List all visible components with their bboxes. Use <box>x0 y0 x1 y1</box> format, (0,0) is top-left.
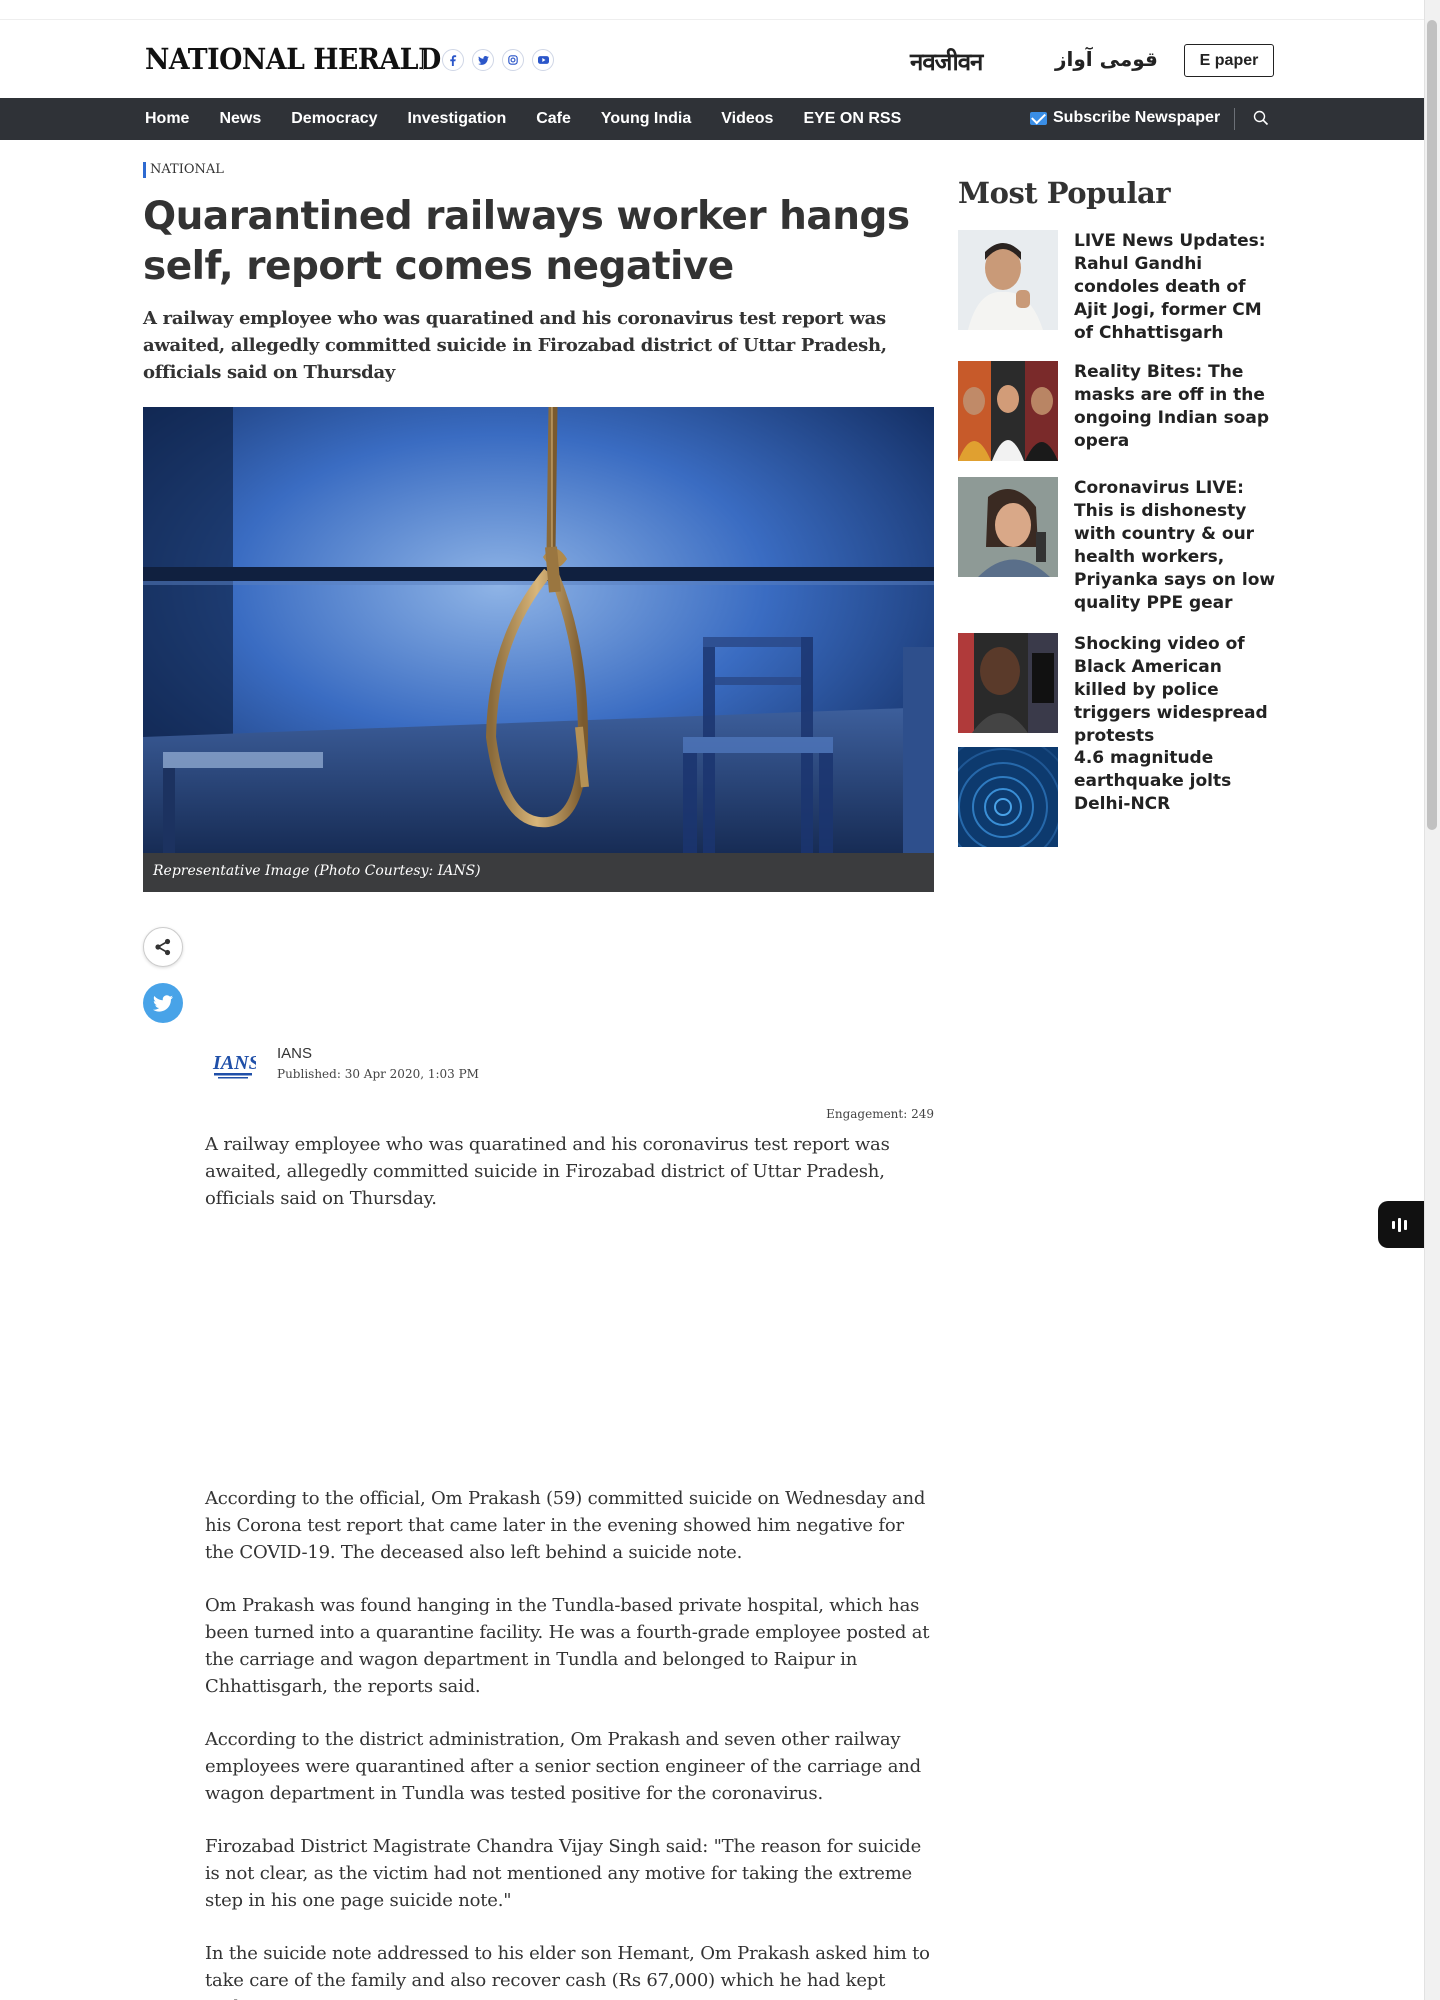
popular-title: Reality Bites: The masks are off in the … <box>1074 362 1270 451</box>
article-paragraph: Firozabad District Magistrate Chandra Vi… <box>205 1836 922 1911</box>
twitter-icon[interactable] <box>472 49 494 71</box>
nav-item-cafe[interactable]: Cafe <box>536 110 571 128</box>
logo-divider <box>423 50 424 70</box>
engagement-count: Engagement: 249 <box>826 1107 934 1121</box>
main-navigation: Home News Democracy Investigation Cafe Young … <box>0 98 1424 140</box>
youtube-icon[interactable] <box>532 49 554 71</box>
scrollbar-thumb[interactable] <box>1427 20 1437 830</box>
article-paragraph: Om Prakash was found hanging in the Tund… <box>205 1595 930 1697</box>
author-logo[interactable]: IANS <box>210 1045 256 1081</box>
published-date: Published: 30 Apr 2020, 1:03 PM <box>277 1067 479 1081</box>
article-paragraph: In the suicide note addressed to his eld… <box>205 1943 930 2000</box>
popular-title: LIVE News Updates: Rahul Gandhi condoles… <box>1074 231 1266 343</box>
nav-item-young-india[interactable]: Young India <box>601 110 691 128</box>
popular-item[interactable]: 4.6 magnitude earthquake jolts Delhi-NCR <box>958 747 1278 847</box>
twitter-share-button[interactable] <box>143 983 183 1023</box>
popular-title: Coronavirus LIVE: This is dishonesty wit… <box>1074 478 1276 613</box>
nav-item-eye-on-rss[interactable]: EYE ON RSS <box>803 110 901 128</box>
article-paragraph: A railway employee who was quaratined an… <box>205 1134 890 1209</box>
image-caption: Representative Image (Photo Courtesy: IA… <box>143 853 934 892</box>
popular-thumbnail <box>958 633 1058 733</box>
audio-widget-button[interactable] <box>1378 1201 1424 1248</box>
popular-thumbnail <box>958 477 1058 577</box>
twitter-icon <box>153 994 173 1012</box>
popular-item[interactable]: Coronavirus LIVE: This is dishonesty wit… <box>958 477 1278 615</box>
share-icon <box>155 938 171 956</box>
epaper-button[interactable]: E paper <box>1184 44 1274 77</box>
most-popular-title: Most Popular <box>958 176 1171 210</box>
popular-item[interactable]: Reality Bites: The masks are off in the … <box>958 361 1278 461</box>
nav-divider <box>1234 108 1235 130</box>
subscribe-label: Subscribe Newspaper <box>1053 109 1221 126</box>
popular-thumbnail <box>958 747 1058 847</box>
nav-item-investigation[interactable]: Investigation <box>408 110 507 128</box>
article-headline: Quarantined railways worker hangs self, … <box>143 194 910 289</box>
top-strip <box>0 0 1424 20</box>
popular-thumbnail <box>958 230 1058 330</box>
svg-text:IANS: IANS <box>212 1052 256 1074</box>
popular-item[interactable]: Shocking video of Black American killed … <box>958 633 1278 748</box>
social-links <box>442 49 554 71</box>
subscribe-link[interactable]: Subscribe Newspaper <box>1030 109 1220 127</box>
article-paragraph: According to the district administration… <box>205 1729 921 1804</box>
navjivan-link[interactable]: नवजीवन <box>910 45 983 78</box>
nav-item-videos[interactable]: Videos <box>721 110 773 128</box>
article-category[interactable]: NATIONAL <box>143 162 224 178</box>
article-paragraph: According to the official, Om Prakash (5… <box>205 1488 926 1563</box>
article-hero-image <box>143 407 934 853</box>
audio-bars-icon <box>1392 1217 1407 1232</box>
popular-item[interactable]: LIVE News Updates: Rahul Gandhi condoles… <box>958 230 1278 345</box>
nav-items: Home News Democracy Investigation Cafe Young … <box>145 98 931 140</box>
popular-title: Shocking video of Black American killed … <box>1074 634 1268 746</box>
share-button[interactable] <box>143 927 183 967</box>
site-header: NATIONAL HERALD नवजीवन قومی آواز E paper <box>0 20 1424 98</box>
site-logo[interactable]: NATIONAL HERALD <box>145 42 441 76</box>
popular-title: 4.6 magnitude earthquake jolts Delhi-NCR <box>1074 748 1232 814</box>
nav-item-home[interactable]: Home <box>145 110 189 128</box>
qaumi-awaz-link[interactable]: قومی آواز <box>1055 47 1158 71</box>
mail-icon <box>1030 111 1047 125</box>
popular-thumbnail <box>958 361 1058 461</box>
nav-item-news[interactable]: News <box>219 110 261 128</box>
author-name[interactable]: IANS <box>277 1045 312 1062</box>
nav-item-democracy[interactable]: Democracy <box>291 110 377 128</box>
search-icon[interactable] <box>1253 110 1269 126</box>
article-subhead: A railway employee who was quaratined an… <box>143 308 887 383</box>
facebook-icon[interactable] <box>442 49 464 71</box>
instagram-icon[interactable] <box>502 49 524 71</box>
